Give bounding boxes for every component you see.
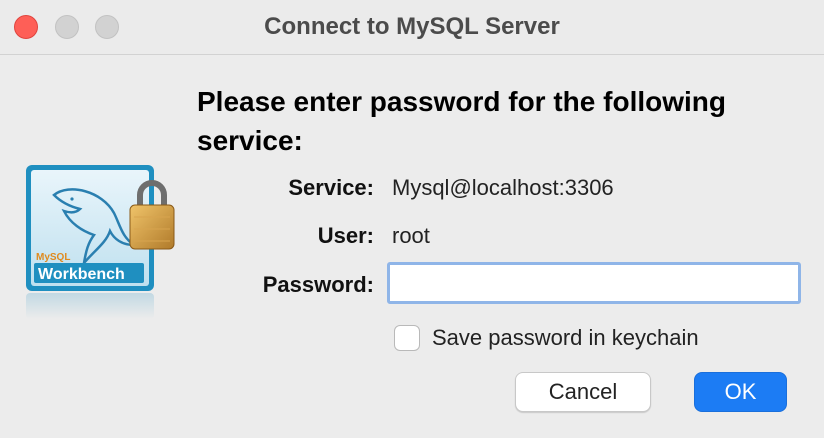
save-keychain-checkbox[interactable] [394, 325, 420, 351]
svg-text:Workbench: Workbench [38, 266, 125, 283]
save-keychain-label: Save password in keychain [432, 325, 699, 350]
window-title: Connect to MySQL Server [264, 13, 560, 40]
svg-text:MySQL: MySQL [36, 252, 70, 263]
user-label: User: [317, 223, 374, 248]
cancel-button[interactable]: Cancel [515, 372, 651, 412]
service-value: Mysql@localhost:3306 [392, 175, 614, 200]
password-label: Password: [262, 272, 374, 297]
user-value: root [392, 223, 430, 248]
mysql-workbench-icon: MySQL Workbench [24, 165, 184, 325]
service-label: Service: [288, 175, 374, 200]
title-bar: Connect to MySQL Server [0, 0, 824, 55]
prompt-heading: Please enter password for the following … [197, 86, 726, 156]
dialog-window: Connect to MySQL Server MySQL Workbench … [0, 0, 824, 438]
ok-button[interactable]: OK [694, 372, 787, 412]
password-field[interactable] [387, 262, 801, 304]
